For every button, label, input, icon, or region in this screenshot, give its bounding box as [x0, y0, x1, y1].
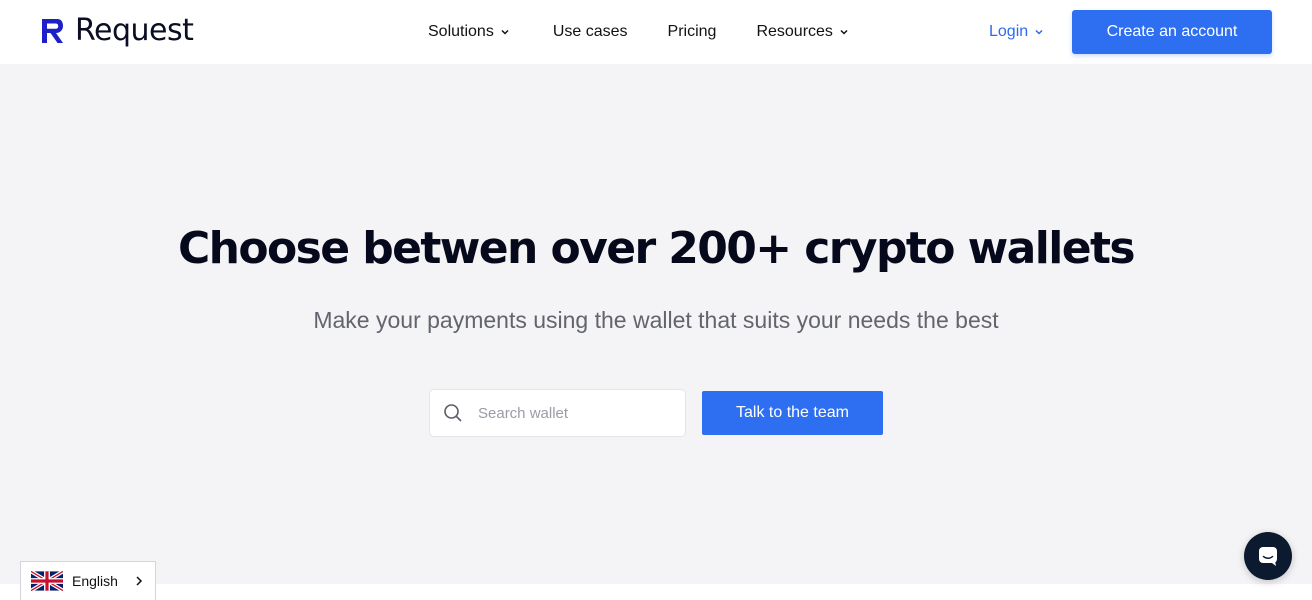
- hero-section: Choose betwen over 200+ crypto wallets M…: [0, 64, 1312, 584]
- uk-flag-icon: [31, 571, 63, 591]
- brand-logo[interactable]: Request: [40, 13, 194, 48]
- chevron-down-icon: [501, 29, 509, 35]
- language-selector[interactable]: English: [20, 561, 156, 600]
- talk-to-team-button[interactable]: Talk to the team: [702, 391, 883, 435]
- nav-resources[interactable]: Resources: [756, 20, 848, 44]
- login-label: Login: [989, 23, 1029, 40]
- wallet-search-box[interactable]: [429, 389, 686, 437]
- search-icon: [444, 404, 462, 422]
- chevron-right-icon: [136, 576, 142, 586]
- brand-name: Request: [75, 13, 194, 48]
- login-menu[interactable]: Login: [989, 20, 1044, 44]
- language-label: English: [72, 573, 118, 589]
- create-account-button[interactable]: Create an account: [1072, 10, 1272, 54]
- nav-use-cases[interactable]: Use cases: [553, 20, 628, 44]
- site-header: Request Solutions Use cases Pricing Reso…: [0, 0, 1312, 64]
- nav-pricing[interactable]: Pricing: [668, 20, 717, 44]
- chevron-down-icon: [1035, 29, 1043, 35]
- nav-solutions-label: Solutions: [428, 23, 494, 40]
- chevron-down-icon: [840, 29, 848, 35]
- page-title: Choose betwen over 200+ crypto wallets: [177, 223, 1136, 274]
- chat-icon: [1259, 547, 1277, 566]
- chat-launcher[interactable]: [1244, 532, 1292, 580]
- nav-solutions[interactable]: Solutions: [428, 20, 510, 44]
- hero-subtitle: Make your payments using the wallet that…: [313, 307, 999, 333]
- search-wallet-input[interactable]: [478, 404, 668, 422]
- nav-pricing-label: Pricing: [667, 23, 717, 40]
- nav-resources-label: Resources: [756, 23, 833, 40]
- main-nav: Solutions Use cases Pricing Resources: [428, 20, 849, 44]
- nav-use-cases-label: Use cases: [552, 23, 628, 40]
- request-logo-icon: [42, 19, 63, 43]
